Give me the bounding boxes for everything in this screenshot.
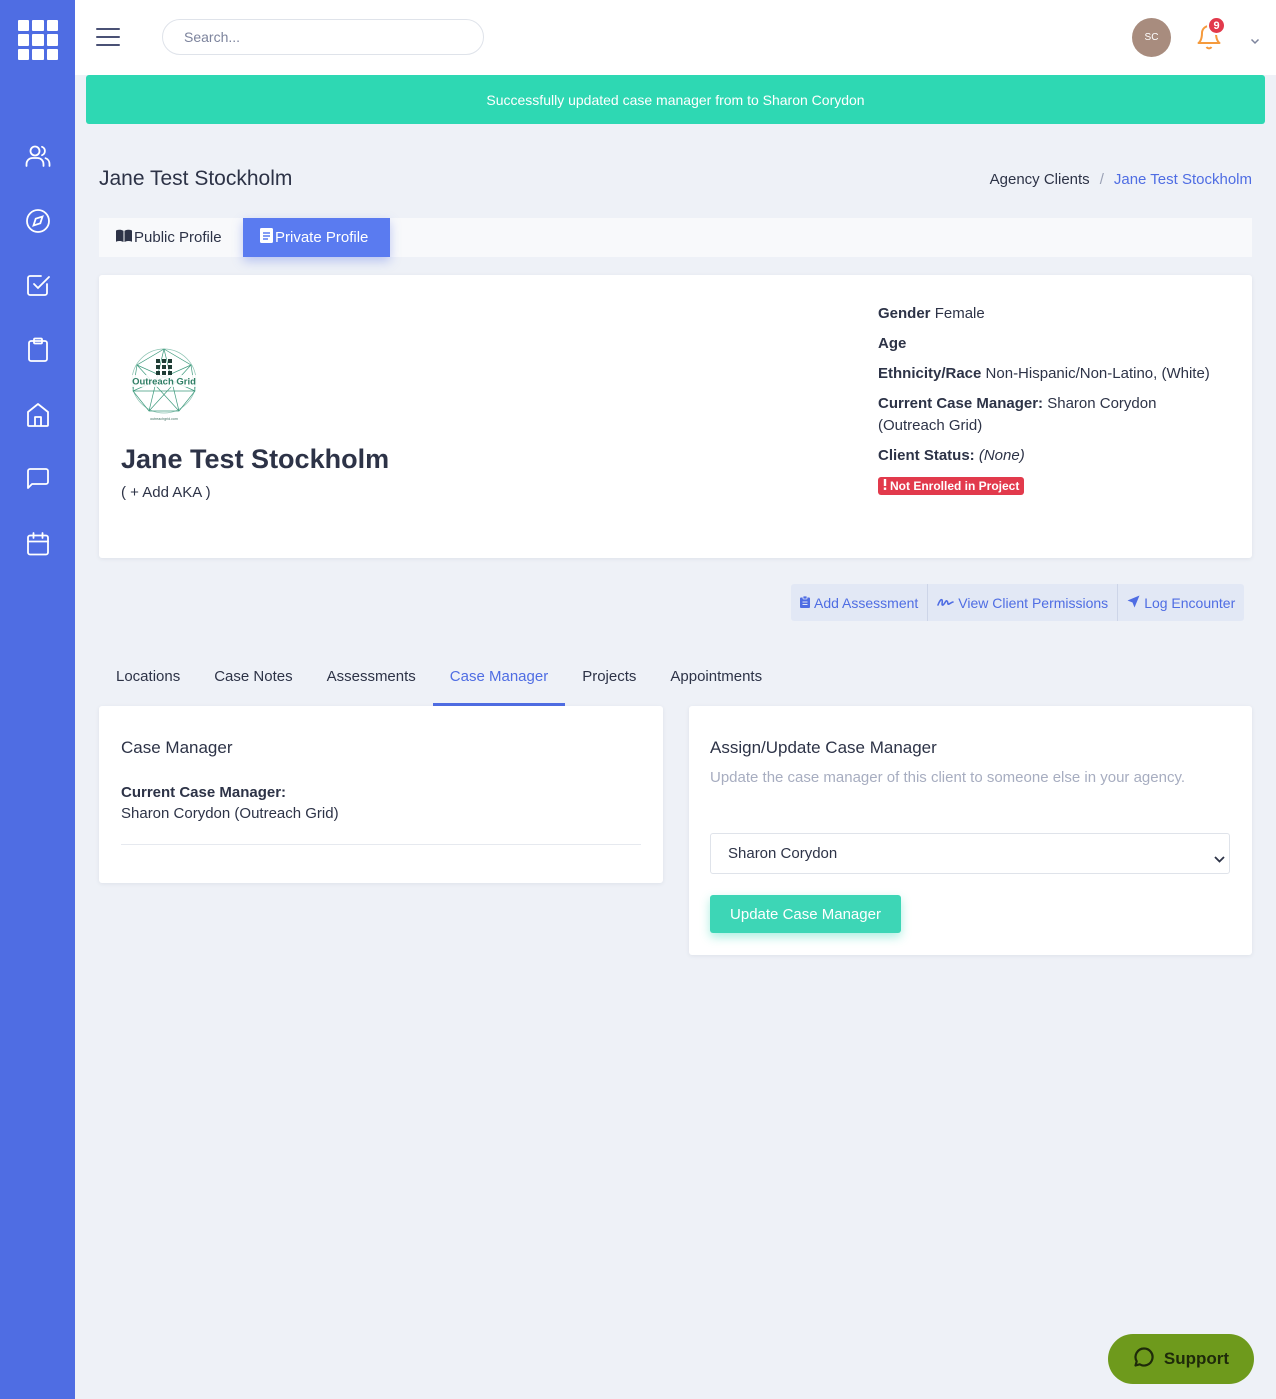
exclamation-icon: [883, 478, 887, 494]
client-status-row: Client Status: (None): [878, 445, 1218, 467]
gender-label: Gender: [878, 305, 931, 322]
chevron-down-icon[interactable]: [1250, 32, 1260, 45]
tab-private-profile[interactable]: Private Profile: [243, 218, 390, 257]
apps-grid-icon[interactable]: [18, 20, 58, 60]
breadcrumb: Agency Clients / Jane Test Stockholm: [990, 171, 1252, 188]
client-info: Gender Female Age Ethnicity/Race Non-His…: [878, 303, 1218, 505]
book-icon: [116, 229, 132, 247]
add-assessment-button[interactable]: Add Assessment: [791, 584, 929, 621]
client-actions: Add Assessment View Client Permissions L…: [791, 584, 1245, 621]
age-label: Age: [878, 335, 907, 352]
compass-icon[interactable]: [24, 207, 52, 235]
topbar: SC 9: [75, 0, 1276, 75]
gender-value: Female: [934, 305, 985, 322]
ethnicity-value: Non-Hispanic/Non-Latino, (White): [985, 365, 1210, 382]
calendar-icon[interactable]: [24, 530, 52, 558]
case-manager-label: Current Case Manager:: [878, 395, 1044, 412]
case-manager-title: Case Manager: [121, 738, 233, 757]
organization-logo-url: outreachgrid.com: [150, 417, 178, 421]
view-client-permissions-button[interactable]: View Client Permissions: [928, 584, 1119, 621]
divider: [121, 844, 641, 845]
tab-case-manager[interactable]: Case Manager: [432, 646, 566, 706]
organization-logo: Outreach Grid outreachgrid.com: [121, 343, 207, 429]
support-button[interactable]: Support: [1108, 1334, 1254, 1384]
tab-public-profile-label: Public Profile: [134, 229, 222, 246]
client-status-label: Client Status:: [878, 447, 975, 464]
client-status-value: (None): [978, 447, 1025, 464]
ethnicity-label: Ethnicity/Race: [878, 365, 982, 382]
assign-case-manager-description: Update the case manager of this client t…: [710, 769, 1185, 786]
status-badge: Not Enrolled in Project: [878, 477, 1025, 495]
profile-card: Outreach Grid outreachgrid.com Jane Test…: [99, 275, 1252, 558]
chat-bubble-icon: [1133, 1346, 1155, 1373]
profile-tabs: Public Profile Private Profile: [99, 218, 1252, 257]
sidebar: [0, 0, 75, 1399]
signature-icon: [937, 595, 955, 611]
search-input[interactable]: [162, 19, 484, 55]
add-aka-link[interactable]: ( + Add AKA ): [121, 484, 211, 501]
update-case-manager-button[interactable]: Update Case Manager: [710, 895, 901, 933]
breadcrumb-current: Jane Test Stockholm: [1113, 171, 1252, 188]
add-assessment-label: Add Assessment: [814, 594, 919, 611]
status-badge-label: Not Enrolled in Project: [890, 479, 1020, 493]
success-alert: Successfully updated case manager from t…: [86, 75, 1265, 124]
assign-case-manager-title: Assign/Update Case Manager: [710, 738, 937, 757]
current-case-manager-label: Current Case Manager:: [121, 784, 287, 801]
location-arrow-icon: [1127, 595, 1140, 611]
home-icon[interactable]: [24, 401, 52, 429]
chat-icon[interactable]: [24, 465, 52, 493]
case-manager-row: Current Case Manager: Sharon Corydon (Ou…: [878, 393, 1218, 437]
tab-projects[interactable]: Projects: [565, 646, 653, 706]
view-client-permissions-label: View Client Permissions: [958, 594, 1109, 611]
tab-assessments[interactable]: Assessments: [310, 646, 433, 706]
case-manager-card: Case Manager Current Case Manager: Sharo…: [99, 706, 663, 883]
assign-case-manager-card: Assign/Update Case Manager Update the ca…: [689, 706, 1252, 955]
page-title: Jane Test Stockholm: [99, 167, 293, 190]
tab-appointments[interactable]: Appointments: [653, 646, 779, 706]
menu-toggle-icon[interactable]: [96, 28, 120, 46]
breadcrumb-agency-clients[interactable]: Agency Clients: [990, 171, 1090, 188]
tab-case-notes[interactable]: Case Notes: [197, 646, 309, 706]
clipboard-icon: [800, 595, 810, 611]
log-encounter-button[interactable]: Log Encounter: [1118, 584, 1244, 621]
ethnicity-row: Ethnicity/Race Non-Hispanic/Non-Latino, …: [878, 363, 1218, 385]
clipboard-icon[interactable]: [24, 336, 52, 364]
gender-row: Gender Female: [878, 303, 1218, 325]
notification-badge: 9: [1207, 16, 1226, 35]
avatar[interactable]: SC: [1132, 18, 1171, 57]
client-section-tabs: Locations Case Notes Assessments Case Ma…: [99, 646, 779, 706]
checkbox-icon[interactable]: [24, 271, 52, 299]
age-row: Age: [878, 333, 1218, 355]
tab-locations[interactable]: Locations: [99, 646, 197, 706]
document-icon: [260, 228, 273, 247]
tab-private-profile-label: Private Profile: [275, 229, 369, 246]
support-label: Support: [1163, 1349, 1230, 1368]
organization-logo-text: Outreach Grid: [132, 377, 196, 388]
current-case-manager-value: Sharon Corydon (Outreach Grid): [121, 805, 339, 822]
breadcrumb-separator: /: [1099, 171, 1104, 188]
client-name: Jane Test Stockholm: [121, 444, 390, 474]
users-icon[interactable]: [24, 142, 52, 170]
enrollment-row: Not Enrolled in Project: [878, 475, 1218, 497]
case-manager-select[interactable]: Sharon Corydon: [710, 833, 1230, 874]
log-encounter-label: Log Encounter: [1144, 594, 1236, 611]
tab-public-profile[interactable]: Public Profile: [116, 218, 222, 257]
